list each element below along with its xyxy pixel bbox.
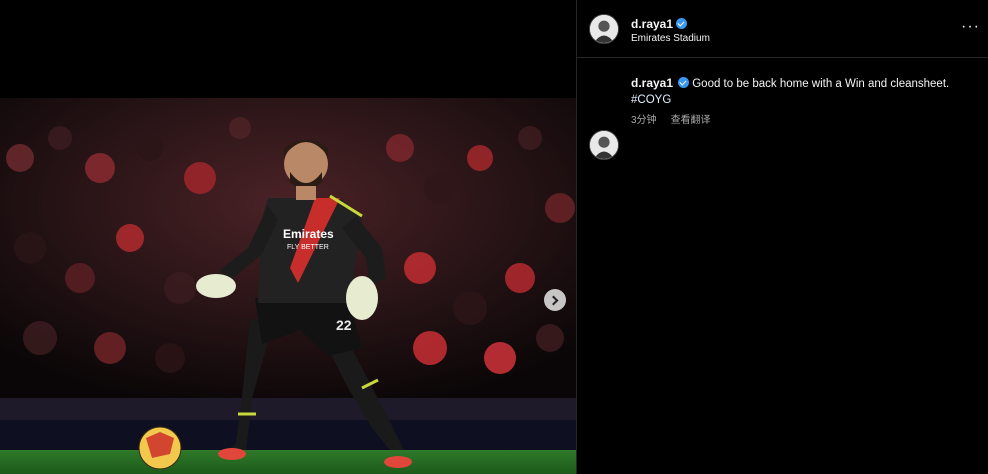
verified-badge-icon bbox=[676, 18, 688, 29]
shorts-number: 22 bbox=[336, 317, 352, 333]
avatar-image bbox=[590, 15, 618, 43]
translate-link[interactable]: 查看翻译 bbox=[671, 115, 711, 126]
caption-avatar[interactable] bbox=[589, 130, 619, 160]
verified-badge-icon bbox=[678, 77, 690, 88]
post-header: d.raya1 Emirates Stadium ··· bbox=[577, 0, 988, 58]
shirt-sponsor-subtext: FLY BETTER bbox=[287, 244, 329, 251]
caption-body: Good to be back home with a Win and clea… bbox=[692, 78, 950, 90]
hashtag-link[interactable]: #COYG bbox=[631, 92, 981, 108]
header-name-row: d.raya1 bbox=[631, 15, 688, 33]
caption-text: d.raya1 Good to be back home with a Win … bbox=[631, 75, 981, 108]
next-photo-button[interactable] bbox=[544, 289, 566, 311]
chevron-right-icon bbox=[548, 295, 559, 305]
avatar-image bbox=[590, 131, 618, 159]
post-details-pane: d.raya1 Emirates Stadium ··· d.raya1 Goo… bbox=[576, 0, 988, 474]
location-link[interactable]: Emirates Stadium bbox=[631, 33, 710, 44]
goalkeeper-photo: Emirates FLY BETTER 22 bbox=[0, 98, 576, 474]
post-photo[interactable]: Emirates FLY BETTER 22 bbox=[0, 98, 576, 474]
header-username[interactable]: d.raya1 bbox=[631, 17, 673, 31]
media-pane: Emirates FLY BETTER 22 bbox=[0, 0, 576, 474]
more-options-icon[interactable]: ··· bbox=[961, 18, 980, 36]
time-ago[interactable]: 3分钟 bbox=[631, 115, 657, 126]
caption-username[interactable]: d.raya1 bbox=[631, 76, 673, 90]
shirt-sponsor-text: Emirates bbox=[283, 227, 334, 241]
post-meta: 3分钟 查看翻译 bbox=[631, 111, 711, 126]
avatar[interactable] bbox=[589, 14, 619, 44]
